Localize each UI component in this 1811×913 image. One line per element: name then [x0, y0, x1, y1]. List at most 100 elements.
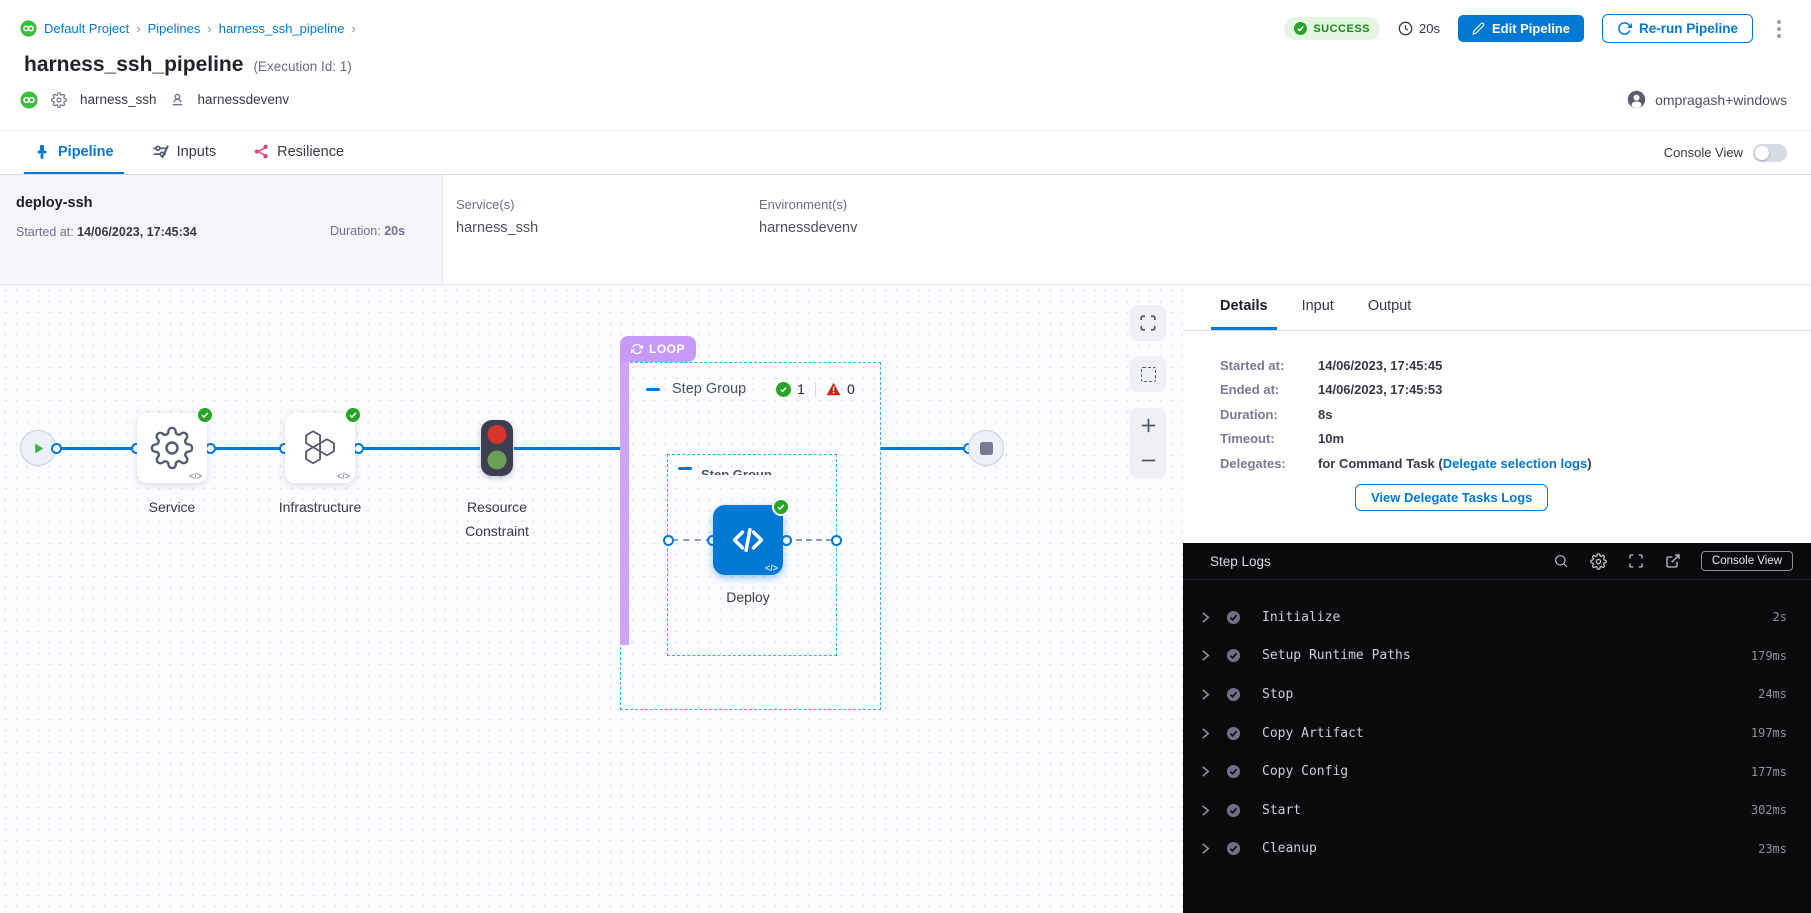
- play-icon: [32, 442, 45, 455]
- log-row-initialize[interactable]: Initialize2s: [1183, 598, 1811, 637]
- view-tabs: Pipeline Inputs Resilience Console View: [0, 130, 1811, 175]
- code-glyph: </>: [765, 563, 778, 573]
- breadcrumb-pipeline-name[interactable]: harness_ssh_pipeline: [219, 21, 345, 36]
- tab-resilience[interactable]: Resilience: [244, 131, 354, 174]
- step-details-panel: Details Input Output Started at: 14/06/2…: [1183, 285, 1811, 543]
- page-header: Default Project › Pipelines › harness_ss…: [0, 0, 1811, 130]
- stage-card[interactable]: deploy-ssh Started at: 14/06/2023, 17:45…: [0, 175, 443, 284]
- stage-started-value: 14/06/2023, 17:45:34: [77, 225, 197, 239]
- more-options-kebab-icon[interactable]: [1771, 16, 1787, 42]
- harness-cd-icon: [20, 91, 38, 109]
- user-avatar-icon: [1627, 90, 1646, 109]
- resource-constraint-label: Resource Constraint: [437, 495, 557, 543]
- failure-warning-icon: [826, 382, 841, 396]
- environment-icon: [170, 92, 185, 107]
- tab-details[interactable]: Details: [1211, 285, 1277, 330]
- loop-bar: [620, 362, 629, 645]
- tab-input[interactable]: Input: [1293, 285, 1343, 330]
- tab-inputs[interactable]: Inputs: [142, 131, 227, 174]
- console-view-toggle[interactable]: [1753, 144, 1787, 162]
- rerun-pipeline-button[interactable]: Re-run Pipeline: [1602, 14, 1753, 43]
- collapse-inner-group-icon[interactable]: [678, 467, 692, 470]
- execution-id: (Execution Id: 1): [253, 59, 351, 74]
- environment-name[interactable]: harnessdevenv: [198, 92, 290, 107]
- log-settings-gear-icon[interactable]: [1590, 553, 1607, 570]
- breadcrumb-pipelines[interactable]: Pipelines: [148, 21, 201, 36]
- infrastructure-node[interactable]: </>: [285, 413, 355, 483]
- maximize-icon: [1139, 314, 1157, 332]
- delegate-selection-logs-link[interactable]: Delegate selection logs: [1443, 456, 1588, 471]
- stop-icon: [980, 442, 993, 455]
- tab-pipeline[interactable]: Pipeline: [24, 131, 124, 174]
- log-row-start[interactable]: Start302ms: [1183, 791, 1811, 830]
- pipeline-canvas[interactable]: </> Service </> Infrastructure Resource …: [0, 285, 1183, 913]
- detail-row: Timeout: 10m: [1220, 427, 1811, 452]
- search-icon[interactable]: [1553, 553, 1569, 569]
- success-check-badge: [772, 498, 790, 516]
- breadcrumb-separator: ›: [351, 21, 355, 36]
- step-success-icon: [1226, 803, 1241, 818]
- step-success-icon: [1226, 726, 1241, 741]
- expand-logs-icon[interactable]: [1628, 553, 1644, 569]
- canvas-select-button[interactable]: [1130, 356, 1166, 392]
- breadcrumb-project[interactable]: Default Project: [44, 21, 129, 36]
- environments-label: Environment(s): [759, 197, 857, 212]
- code-glyph: </>: [189, 471, 202, 481]
- pipeline-icon: [34, 144, 50, 160]
- chevron-right-icon[interactable]: [1200, 804, 1211, 817]
- chevron-right-icon[interactable]: [1200, 842, 1211, 855]
- resource-constraint-node[interactable]: [480, 419, 514, 482]
- success-count-icon: [776, 382, 791, 397]
- services-label: Service(s): [456, 197, 538, 212]
- view-delegate-tasks-logs-button[interactable]: View Delegate Tasks Logs: [1355, 484, 1548, 511]
- chevron-right-icon[interactable]: [1200, 727, 1211, 740]
- tab-output[interactable]: Output: [1359, 285, 1421, 330]
- step-success-icon: [1226, 841, 1241, 856]
- step-success-icon: [1226, 764, 1241, 779]
- inputs-icon: [152, 143, 169, 160]
- edit-pipeline-button[interactable]: Edit Pipeline: [1458, 15, 1584, 42]
- chevron-right-icon[interactable]: [1200, 688, 1211, 701]
- refresh-icon: [1617, 21, 1632, 36]
- pencil-icon: [1472, 22, 1485, 35]
- service-name[interactable]: harness_ssh: [80, 92, 157, 107]
- command-code-icon: [729, 521, 767, 559]
- open-in-new-icon[interactable]: [1665, 553, 1681, 569]
- status-badge: SUCCESS: [1284, 17, 1380, 40]
- chevron-right-icon[interactable]: [1200, 649, 1211, 662]
- zoom-out-button[interactable]: [1139, 451, 1158, 470]
- step-success-icon: [1226, 648, 1241, 663]
- success-check-badge: [344, 406, 362, 424]
- log-row-cleanup[interactable]: Cleanup23ms: [1183, 830, 1811, 869]
- end-node[interactable]: [968, 430, 1004, 466]
- service-gear-icon: [150, 426, 194, 470]
- success-check-icon: [1294, 22, 1307, 35]
- environments-value[interactable]: harnessdevenv: [759, 220, 857, 236]
- chevron-right-icon[interactable]: [1200, 611, 1211, 624]
- log-row-setup-runtime-paths[interactable]: Setup Runtime Paths179ms: [1183, 637, 1811, 676]
- zoom-in-button[interactable]: [1139, 416, 1158, 435]
- log-row-copy-artifact[interactable]: Copy Artifact197ms: [1183, 714, 1811, 753]
- failure-count: 0: [847, 381, 855, 397]
- resilience-icon: [254, 144, 269, 159]
- detail-row-delegates: Delegates: for Command Task (Delegate se…: [1220, 451, 1811, 476]
- step-group-title: Step Group: [672, 381, 746, 397]
- detail-row: Started at: 14/06/2023, 17:45:45: [1220, 353, 1811, 378]
- service-node-label: Service: [112, 495, 232, 519]
- log-row-copy-config[interactable]: Copy Config177ms: [1183, 752, 1811, 791]
- step-logs-panel: Step Logs Console View: [1183, 543, 1811, 913]
- chevron-right-icon[interactable]: [1200, 765, 1211, 778]
- elapsed-time: 20s: [1398, 21, 1440, 36]
- canvas-fullscreen-button[interactable]: [1130, 305, 1166, 341]
- console-view-button[interactable]: Console View: [1701, 551, 1793, 571]
- service-node[interactable]: </>: [137, 413, 207, 483]
- success-count: 1: [797, 381, 805, 397]
- deploy-step-node[interactable]: </>: [713, 505, 783, 575]
- inner-group-clipped-label: Step Group: [701, 467, 772, 475]
- gear-icon: [51, 92, 67, 108]
- connector-line: [38, 447, 480, 450]
- services-value[interactable]: harness_ssh: [456, 220, 538, 236]
- log-row-stop[interactable]: Stop24ms: [1183, 675, 1811, 714]
- collapse-step-group-icon[interactable]: [646, 388, 660, 391]
- breadcrumb-separator: ›: [136, 21, 140, 36]
